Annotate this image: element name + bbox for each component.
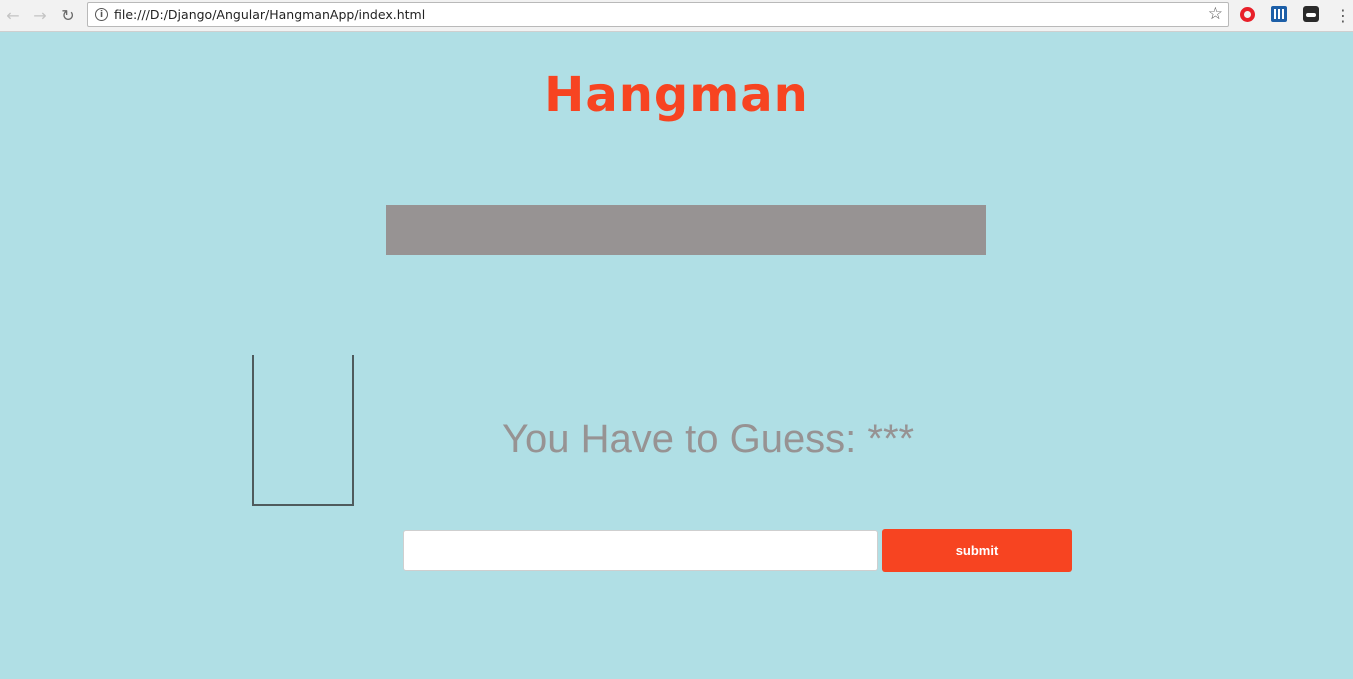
guess-input[interactable] — [403, 530, 878, 571]
back-arrow-icon[interactable]: ← — [3, 5, 23, 25]
page-title: Hangman — [544, 67, 809, 123]
address-bar[interactable]: i file:///D:/Django/Angular/HangmanApp/i… — [87, 2, 1229, 27]
glasses-extension-icon[interactable] — [1303, 6, 1319, 22]
word-display-banner — [386, 205, 986, 255]
info-icon[interactable]: i — [95, 8, 108, 21]
hangman-drawing — [252, 355, 354, 506]
guess-prompt: You Have to Guess: *** — [502, 417, 915, 461]
star-icon[interactable]: ☆ — [1208, 4, 1223, 24]
submit-button[interactable]: submit — [882, 529, 1072, 572]
reload-icon[interactable]: ↻ — [58, 5, 78, 25]
bar-chart-extension-icon[interactable] — [1271, 6, 1287, 22]
browser-toolbar: ← → ↻ i file:///D:/Django/Angular/Hangma… — [0, 0, 1353, 32]
kebab-menu-icon[interactable]: ⋮ — [1335, 5, 1351, 25]
forward-arrow-icon[interactable]: → — [30, 5, 50, 25]
url-text[interactable]: file:///D:/Django/Angular/HangmanApp/ind… — [114, 7, 425, 22]
opera-icon[interactable] — [1239, 6, 1255, 22]
